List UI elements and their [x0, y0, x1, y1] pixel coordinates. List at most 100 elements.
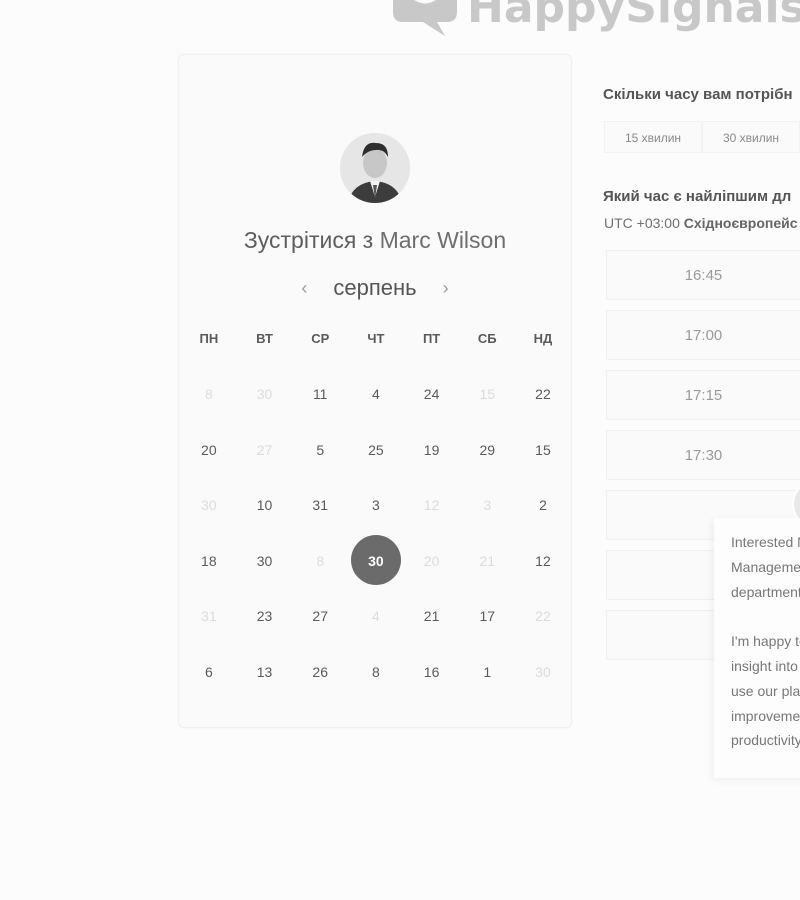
calendar-day-number: 30 [201, 497, 217, 514]
calendar-day-number: 22 [535, 386, 551, 402]
calendar-day-number: 20 [423, 552, 440, 569]
calendar-day-number: 22 [535, 608, 551, 625]
calendar-day-number: 24 [423, 386, 440, 402]
calendar-day-number: 26 [312, 663, 328, 680]
calendar-day-number: 25 [368, 441, 384, 458]
calendar-day-number: 1 [483, 663, 492, 680]
weekday-label: ЧТ [367, 331, 385, 346]
calendar-day-number: 4 [372, 608, 380, 625]
calendar-day-number: 5 [316, 441, 325, 458]
calendar-day[interactable]: 24 [404, 384, 460, 404]
host-avatar [340, 133, 410, 203]
time-slot[interactable]: 16:45 [606, 250, 800, 300]
calendar-day-number: 19 [423, 441, 440, 458]
timezone-name: Східноєвропейс [683, 215, 798, 231]
calendar-day[interactable]: 16 [404, 662, 460, 682]
calendar-day: 21 [459, 551, 515, 571]
weekday-label: ПТ [422, 331, 441, 346]
chevron-left-icon[interactable]: ‹ [293, 278, 315, 299]
calendar-day: 30 [515, 662, 571, 682]
weekday-label: СБ [477, 331, 497, 346]
chat-line: Manageme [731, 558, 800, 575]
calendar-day[interactable]: 3 [348, 495, 404, 515]
calendar-day[interactable]: 20 [181, 440, 237, 460]
weekday-header: ПН ВТ СР ЧТ ПТ СБ НД [181, 331, 571, 346]
calendar-day[interactable]: 6 [181, 662, 237, 682]
calendar-day: 8 [181, 384, 237, 404]
chat-line: use our pla [731, 682, 800, 699]
chat-popup[interactable]: Interested N Manageme department I'm hap… [714, 518, 800, 778]
calendar-day-number: 15 [535, 441, 551, 458]
calendar-day-number: 31 [201, 608, 217, 625]
month-navigation: ‹ серпень › [179, 275, 571, 301]
calendar-day-number: 8 [372, 663, 380, 680]
calendar-day[interactable]: 26 [292, 662, 348, 682]
calendar-day[interactable]: 23 [237, 606, 293, 626]
calendar-day[interactable]: 25 [348, 440, 404, 460]
calendar-day[interactable]: 5 [292, 440, 348, 460]
time-slot[interactable]: 17:30 [606, 430, 800, 480]
calendar-day[interactable]: 13 [237, 662, 293, 682]
duration-options: 15 хвилин 30 хвилин [604, 121, 800, 153]
calendar-week: 31 23 27 4 21 17 22 [181, 606, 571, 662]
calendar-day-number: 31 [312, 497, 328, 514]
calendar-day: 12 [404, 495, 460, 515]
calendar-day-number: 23 [256, 608, 273, 625]
calendar-day-number: 12 [423, 497, 440, 514]
calendar-day-number: 10 [256, 497, 273, 514]
weekday-label: ПН [199, 331, 219, 346]
time-slot[interactable]: 17:00 [606, 310, 800, 360]
calendar-day[interactable]: 22 [515, 384, 571, 404]
calendar-day[interactable]: 12 [515, 551, 571, 571]
calendar-day[interactable]: 17 [459, 606, 515, 626]
calendar-day[interactable]: 19 [404, 440, 460, 460]
meeting-title-prefix: Зустрітися з [243, 227, 380, 253]
calendar-day: 22 [515, 606, 571, 626]
calendar-day-number: 27 [256, 441, 273, 458]
calendar-day-number: 18 [201, 552, 217, 569]
calendar-day-number: 13 [256, 663, 273, 680]
duration-option-30[interactable]: 30 хвилин [702, 121, 800, 153]
calendar-day-number: 27 [312, 608, 328, 625]
duration-option-15[interactable]: 15 хвилин [604, 121, 702, 153]
chevron-right-icon[interactable]: › [435, 278, 457, 299]
calendar-day[interactable]: 8 [348, 662, 404, 682]
meeting-title: Зустрітися з Marc Wilson [179, 227, 571, 254]
calendar-day[interactable]: 10 [237, 495, 293, 515]
logo: HappySignals [385, 0, 800, 38]
calendar-card: Зустрітися з Marc Wilson ‹ серпень › ПН … [178, 54, 572, 728]
time-slot[interactable]: 17:15 [606, 370, 800, 420]
weekday-label: НД [533, 331, 553, 346]
calendar-week: 20 27 5 25 19 29 15 [181, 440, 571, 496]
calendar-day-number: 21 [479, 552, 496, 569]
calendar-day[interactable]: 21 [404, 606, 460, 626]
calendar-day-number: 8 [204, 386, 213, 402]
calendar-day-number: 6 [204, 663, 213, 680]
calendar-day[interactable]: 4 [348, 384, 404, 404]
calendar-day: 20 [404, 551, 460, 571]
calendar-day-number: 30 [535, 663, 551, 680]
calendar-day[interactable]: 1 [459, 662, 515, 682]
timezone-label: UTC +03:00 Східноєвропейс [604, 215, 798, 231]
calendar-day-number: 17 [479, 608, 496, 625]
calendar-day[interactable]: 11 [292, 384, 348, 404]
chat-message-2: I'm happy to insight into use our pla im… [731, 629, 800, 753]
calendar-day[interactable]: 30 [237, 551, 293, 571]
calendar-day[interactable]: 2 [515, 495, 571, 515]
calendar-day[interactable]: 18 [181, 551, 237, 571]
calendar-grid: ПН ВТ СР ЧТ ПТ СБ НД 8 30 11 4 24 15 22 20 27 5 25… [181, 331, 571, 718]
duration-question: Скільки часу вам потрібн [603, 86, 793, 103]
calendar-day[interactable]: 27 [292, 606, 348, 626]
weekday-label: ВТ [256, 331, 273, 346]
calendar-day[interactable]: 15 [515, 440, 571, 460]
host-name: Marc Wilson [379, 227, 507, 253]
calendar-day[interactable]: 31 [292, 495, 348, 515]
calendar-week: 6 13 26 8 16 1 30 [181, 662, 571, 718]
calendar-day: 3 [459, 495, 515, 515]
calendar-day-number: 3 [483, 497, 492, 514]
weekday-label: СР [311, 331, 330, 346]
calendar-day-selected[interactable]: 30 [348, 534, 404, 585]
calendar-weeks: 8 30 11 4 24 15 22 20 27 5 25 19 29 15 30 10 31 3 12 3 2 18 30… [181, 384, 571, 718]
calendar-day-number: 16 [423, 663, 440, 680]
calendar-day[interactable]: 29 [459, 440, 515, 460]
